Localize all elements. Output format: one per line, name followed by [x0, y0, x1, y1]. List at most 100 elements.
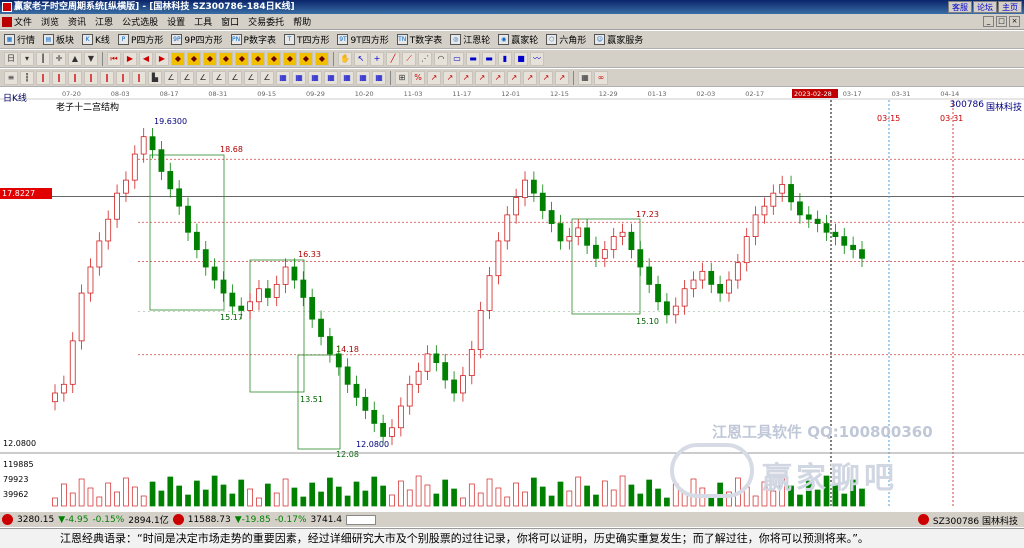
toolbar-9t-square[interactable]: 9T 9T四方形: [337, 33, 389, 46]
cross-cursor-icon[interactable]: +: [370, 51, 384, 66]
arrow-8-icon[interactable]: ↗: [539, 70, 553, 85]
arrow-6-icon[interactable]: ↗: [507, 70, 521, 85]
menu-gann[interactable]: 江恩: [95, 15, 113, 28]
menu-formula[interactable]: 公式选股: [122, 15, 158, 28]
fib-4-icon[interactable]: ‖: [84, 70, 98, 85]
diamond-6-icon[interactable]: ◆: [251, 51, 265, 66]
square-grid-1-icon[interactable]: ▦: [276, 70, 290, 85]
kline-chart[interactable]: 07-20 08-03 08-17 08-31 09-15 09-29 10-20 11-03…: [0, 88, 1024, 510]
toolbar-service[interactable]: ☺ 赢家服务: [594, 33, 643, 46]
home-button[interactable]: 主页: [998, 1, 1022, 13]
zoom-in-icon[interactable]: ▲: [68, 51, 82, 66]
fib-6-icon[interactable]: ‖: [116, 70, 130, 85]
angle-2-icon[interactable]: ∠: [180, 70, 194, 85]
period-icon[interactable]: 日: [4, 51, 18, 66]
fan-icon[interactable]: ⋰: [418, 51, 432, 66]
angle-3-icon[interactable]: ∠: [196, 70, 210, 85]
diamond-3-icon[interactable]: ◆: [203, 51, 217, 66]
menu-help[interactable]: 帮助: [293, 15, 311, 28]
box-icon[interactable]: ▭: [450, 51, 464, 66]
maximize-button[interactable]: □: [996, 16, 1007, 27]
arrow-3-icon[interactable]: ↗: [459, 70, 473, 85]
close-button[interactable]: ×: [1009, 16, 1020, 27]
menu-trade[interactable]: 交易委托: [248, 15, 284, 28]
fib-3-icon[interactable]: ‖: [68, 70, 82, 85]
arc-icon[interactable]: ◠: [434, 51, 448, 66]
infinity-icon[interactable]: ∞: [594, 70, 608, 85]
vbox-icon[interactable]: ▮: [498, 51, 512, 66]
square-grid-3-icon[interactable]: ▦: [308, 70, 322, 85]
arrow-5-icon[interactable]: ↗: [491, 70, 505, 85]
square-icon[interactable]: ■: [514, 51, 528, 66]
menu-info[interactable]: 资讯: [68, 15, 86, 28]
first-icon[interactable]: ⏮: [107, 51, 121, 66]
hand-icon[interactable]: ✋: [338, 51, 352, 66]
angle-7-icon[interactable]: ∠: [260, 70, 274, 85]
square-grid-2-icon[interactable]: ▦: [292, 70, 306, 85]
toolbar-t-table[interactable]: TN T数字表: [396, 33, 442, 46]
square-grid-7-icon[interactable]: ▦: [372, 70, 386, 85]
arrow-7-icon[interactable]: ↗: [523, 70, 537, 85]
square-grid-4-icon[interactable]: ▦: [324, 70, 338, 85]
steps-icon[interactable]: ▙: [148, 70, 162, 85]
toolbar-quotes[interactable]: ▦ 行情: [4, 33, 35, 46]
diamond-8-icon[interactable]: ◆: [283, 51, 297, 66]
play-icon[interactable]: ▶: [123, 51, 137, 66]
diamond-9-icon[interactable]: ◆: [299, 51, 313, 66]
fib-5-icon[interactable]: ‖: [100, 70, 114, 85]
angle-4-icon[interactable]: ∠: [212, 70, 226, 85]
toolbar-t-square[interactable]: T T四方形: [283, 33, 329, 46]
minimize-button[interactable]: _: [983, 16, 994, 27]
angle-5-icon[interactable]: ∠: [228, 70, 242, 85]
menu-settings[interactable]: 设置: [167, 15, 185, 28]
angle-6-icon[interactable]: ∠: [244, 70, 258, 85]
arrow-1-icon[interactable]: ↗: [427, 70, 441, 85]
diamond-2-icon[interactable]: ◆: [187, 51, 201, 66]
diamond-1-icon[interactable]: ◆: [171, 51, 185, 66]
menu-file[interactable]: 文件: [14, 15, 32, 28]
diamond-4-icon[interactable]: ◆: [219, 51, 233, 66]
arrow-9-icon[interactable]: ↗: [555, 70, 569, 85]
grid-icon[interactable]: ┃: [36, 51, 50, 66]
table-view-icon[interactable]: ▦: [578, 70, 592, 85]
prev-icon[interactable]: ◀: [139, 51, 153, 66]
arrow-2-icon[interactable]: ↗: [443, 70, 457, 85]
line-icon[interactable]: ╱: [386, 51, 400, 66]
diamond-7-icon[interactable]: ◆: [267, 51, 281, 66]
next-icon[interactable]: ▶: [155, 51, 169, 66]
lines-icon[interactable]: ≡: [4, 70, 18, 85]
cross-icon[interactable]: ✛: [52, 51, 66, 66]
hbox-icon[interactable]: ▬: [482, 51, 496, 66]
square-grid-6-icon[interactable]: ▦: [356, 70, 370, 85]
toolbar-kline[interactable]: K K线: [82, 33, 110, 46]
toolbar-9p-square[interactable]: 9P 9P四方形: [171, 33, 223, 46]
pointer-icon[interactable]: ↖: [354, 51, 368, 66]
fib-2-icon[interactable]: ‖: [52, 70, 66, 85]
forum-button[interactable]: 论坛: [973, 1, 997, 13]
toolbar-gann-wheel[interactable]: ◎ 江恩轮: [450, 33, 490, 46]
toolbar-hexagon[interactable]: ⬡ 六角形: [546, 33, 586, 46]
diamond-5-icon[interactable]: ◆: [235, 51, 249, 66]
kline-chart-area[interactable]: 07-20 08-03 08-17 08-31 09-15 09-29 10-20 11-03…: [0, 88, 1024, 510]
fib-1-icon[interactable]: ‖: [36, 70, 50, 85]
menu-tools[interactable]: 工具: [194, 15, 212, 28]
ruler-icon[interactable]: ⊞: [395, 70, 409, 85]
toolbar-sector[interactable]: ▤ 板块: [43, 33, 74, 46]
angle-1-icon[interactable]: ∠: [164, 70, 178, 85]
fill-box-icon[interactable]: ▬: [466, 51, 480, 66]
toolbar-p-table[interactable]: PN P数字表: [230, 33, 276, 46]
toolbar-p-square[interactable]: P P四方形: [117, 33, 163, 46]
wave-icon[interactable]: 〰: [530, 51, 544, 66]
square-grid-5-icon[interactable]: ▦: [340, 70, 354, 85]
diamond-10-icon[interactable]: ◆: [315, 51, 329, 66]
menu-browse[interactable]: 浏览: [41, 15, 59, 28]
vlines-icon[interactable]: ┇: [20, 70, 34, 85]
toolbar-winner-wheel[interactable]: ◉ 赢家轮: [498, 33, 538, 46]
dropdown-icon[interactable]: ▾: [20, 51, 34, 66]
fib-7-icon[interactable]: ‖: [132, 70, 146, 85]
horizontal-scrollbar[interactable]: [346, 514, 377, 525]
zoom-out-icon[interactable]: ▼: [84, 51, 98, 66]
service-button[interactable]: 客服: [948, 1, 972, 13]
menu-window[interactable]: 窗口: [221, 15, 239, 28]
ray-icon[interactable]: ⟋: [402, 51, 416, 66]
